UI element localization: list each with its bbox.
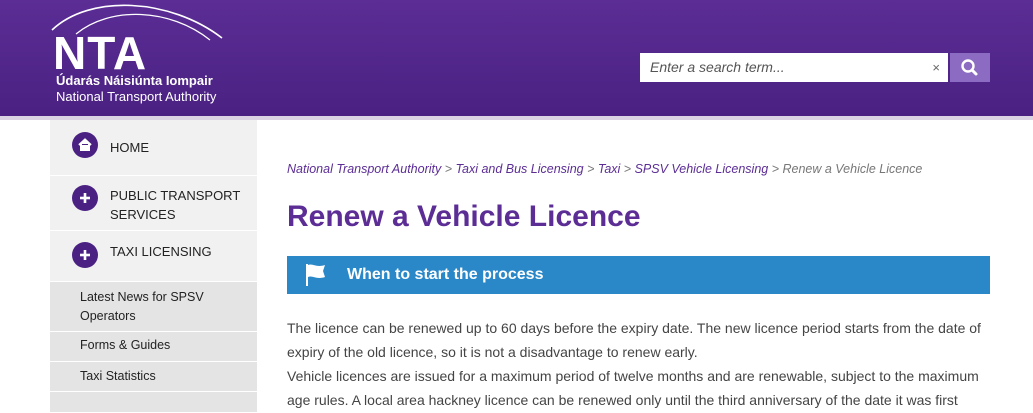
magnifier-icon [961,59,978,76]
breadcrumb-separator: > [620,162,635,176]
section-header: When to start the process [287,256,990,294]
sidebar-item-home[interactable]: HOME [50,120,257,176]
home-icon [72,132,98,158]
body-text: The licence can be renewed up to 60 days… [287,316,990,412]
section-title: When to start the process [347,266,544,283]
sidebar-item-label: TAXI LICENSING [110,244,212,259]
org-name-irish: Údarás Náisiúnta Iompair [56,73,213,88]
logo-text: NTA [53,27,148,79]
sidebar-item-label: HOME [110,140,149,155]
search-input[interactable] [650,53,920,82]
page-title: Renew a Vehicle Licence [287,200,641,233]
breadcrumb-separator: > [768,162,783,176]
breadcrumb-link[interactable]: Taxi and Bus Licensing [456,162,584,176]
search-button[interactable] [950,53,990,82]
sidebar-subitem-label: Forms & Guides [80,338,171,352]
nta-logo[interactable]: NTA Údarás Náisiúnta Iompair National Tr… [50,0,240,110]
sidebar-subitem-label: Latest News for SPSV Operators [80,290,204,323]
site-header: NTA Údarás Náisiúnta Iompair National Tr… [0,0,1033,116]
sidebar-item-public-transport[interactable]: PUBLIC TRANSPORT SERVICES [50,176,257,231]
breadcrumb-link[interactable]: Taxi [598,162,620,176]
breadcrumb-current: Renew a Vehicle Licence [782,162,923,176]
breadcrumb-link[interactable]: National Transport Authority [287,162,441,176]
sidebar-subitem-taxi-statistics[interactable]: Taxi Statistics [50,362,257,392]
breadcrumb: National Transport Authority > Taxi and … [287,162,922,176]
sidebar-subitem-forms-guides[interactable]: Forms & Guides [50,332,257,362]
breadcrumb-separator: > [583,162,598,176]
sidebar-item-label: PUBLIC TRANSPORT SERVICES [110,188,241,222]
clear-search-icon[interactable]: × [932,53,940,82]
plus-icon [72,242,98,268]
breadcrumb-separator: > [441,162,456,176]
plus-icon [72,185,98,211]
sidebar-item-taxi-licensing[interactable]: TAXI LICENSING [50,231,257,282]
body-paragraph: Vehicle licences are issued for a maximu… [287,368,979,408]
breadcrumb-link[interactable]: SPSV Vehicle Licensing [635,162,769,176]
sidebar-subitem-label: Taxi Statistics [80,369,156,383]
sidebar-subitem-latest-news[interactable]: Latest News for SPSV Operators [50,282,257,332]
org-name-english: National Transport Authority [56,89,217,104]
sidebar-subitem[interactable] [50,392,257,413]
search-box: × [640,53,948,82]
body-paragraph: The licence can be renewed up to 60 days… [287,320,981,360]
flag-icon [306,264,325,286]
